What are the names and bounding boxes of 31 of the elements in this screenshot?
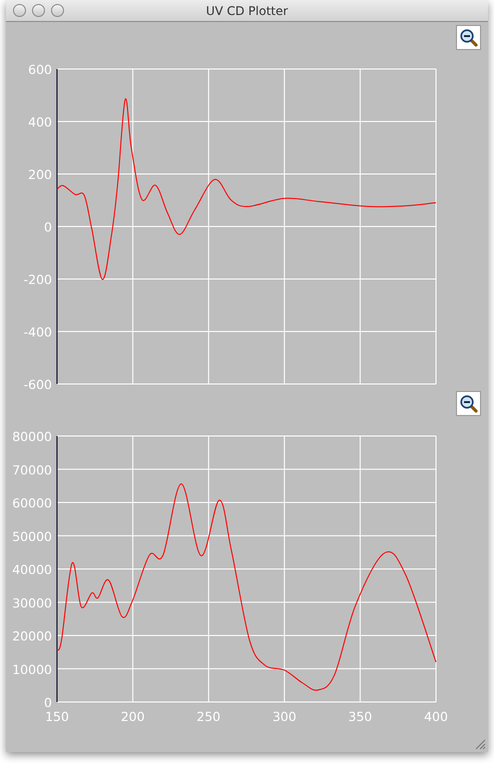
tick-label: 60000 xyxy=(12,496,52,510)
tick-label: 400 xyxy=(424,709,448,724)
tick-label: 80000 xyxy=(12,429,52,444)
resize-grip-icon[interactable] xyxy=(474,738,486,750)
tick-label: 40000 xyxy=(12,562,52,577)
zoom-out-icon xyxy=(460,394,478,412)
tick-label: 10000 xyxy=(12,662,52,677)
tick-label: 0 xyxy=(44,220,52,234)
tick-label: 50000 xyxy=(12,528,52,544)
tick-label: -400 xyxy=(24,324,52,340)
tick-label: 150 xyxy=(45,709,69,724)
tick-label: 400 xyxy=(28,114,52,130)
tick-label: 20000 xyxy=(12,628,52,644)
tick-label: 600 xyxy=(28,62,52,77)
minimize-button[interactable] xyxy=(32,4,45,17)
zoom-out-icon xyxy=(460,28,478,46)
window-title: UV CD Plotter xyxy=(206,4,288,18)
zoom-out-button[interactable] xyxy=(456,391,481,416)
close-button[interactable] xyxy=(13,4,26,17)
tick-label: 0 xyxy=(44,695,52,710)
tick-label: 200 xyxy=(28,167,52,182)
tick-label: 350 xyxy=(348,709,372,724)
tick-label: 70000 xyxy=(12,462,52,478)
tick-label: -600 xyxy=(24,377,52,392)
tick-label: 300 xyxy=(272,709,296,724)
zoom-button[interactable] xyxy=(51,4,64,17)
tick-label: 200 xyxy=(120,709,145,724)
tick-label: 30000 xyxy=(12,595,52,610)
tick-label: 250 xyxy=(196,709,221,724)
zoom-out-button[interactable] xyxy=(456,25,481,50)
tick-label: -200 xyxy=(24,272,52,287)
